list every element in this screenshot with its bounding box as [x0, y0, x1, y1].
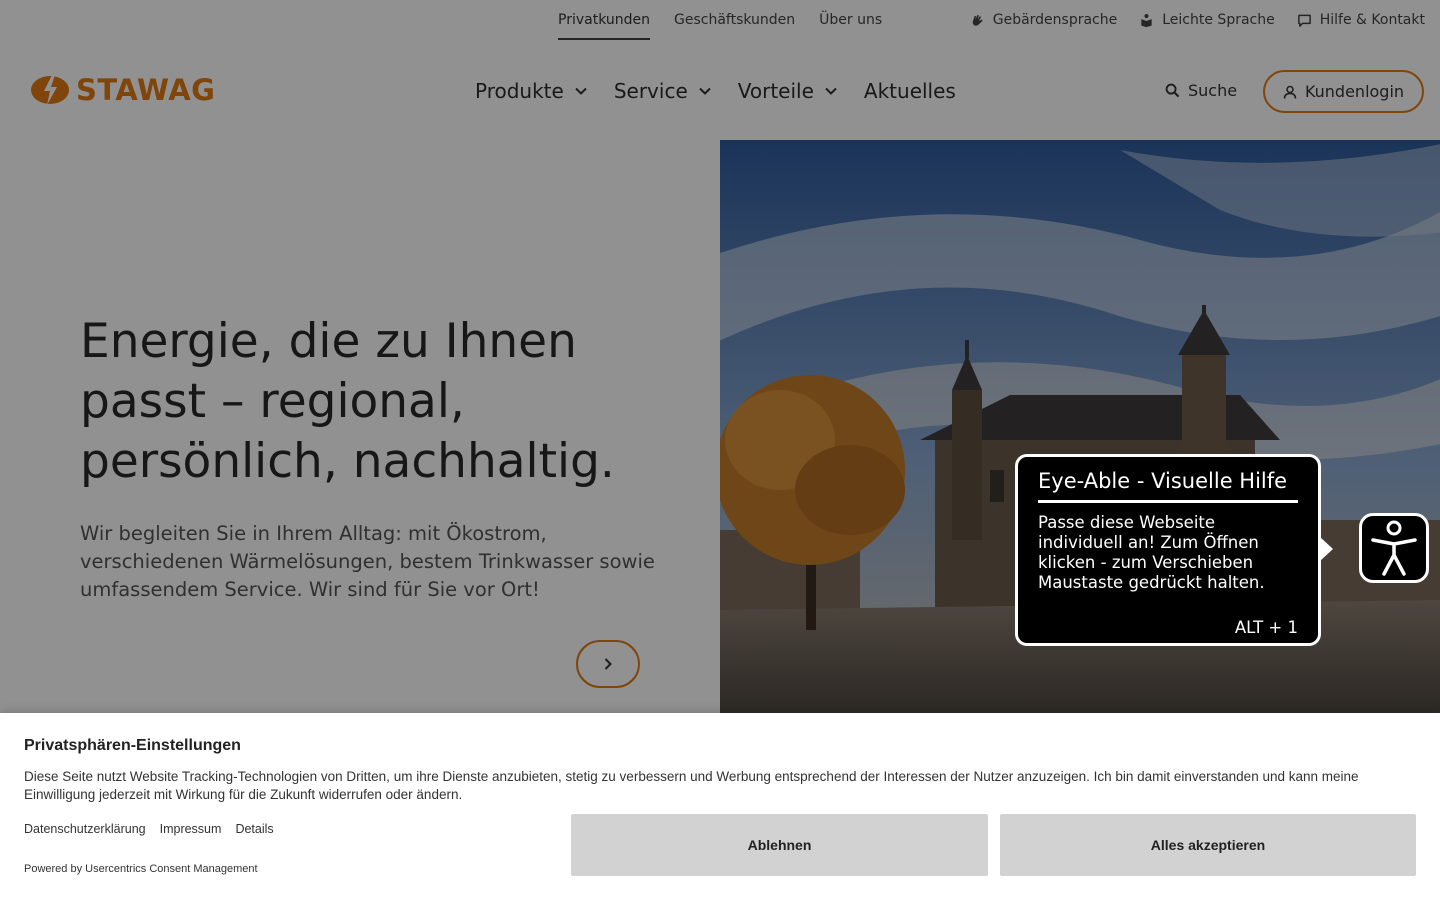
privacy-policy-link[interactable]: Datenschutzerklärung	[24, 822, 146, 836]
eye-able-tooltip: Eye-Able - Visuelle Hilfe Passe diese We…	[1015, 454, 1333, 646]
privacy-consent-banner: Privatsphären-Einstellungen Diese Seite …	[0, 713, 1440, 900]
consent-title: Privatsphären-Einstellungen	[24, 737, 241, 754]
accessibility-person-icon	[1371, 520, 1417, 576]
eye-able-body: Passe diese Webseite individuell an! Zum…	[1038, 513, 1265, 592]
imprint-link[interactable]: Impressum	[160, 822, 222, 836]
consent-links: Datenschutzerklärung Impressum Details	[24, 822, 274, 836]
consent-text: Diese Seite nutzt Website Tracking-Techn…	[24, 769, 1359, 802]
details-link[interactable]: Details	[235, 822, 273, 836]
eye-able-shortcut: ALT + 1	[1234, 618, 1298, 637]
eye-able-title: Eye-Able - Visuelle Hilfe	[1038, 469, 1298, 503]
accept-all-button[interactable]: Alles akzeptieren	[1000, 814, 1416, 876]
deny-button[interactable]: Ablehnen	[571, 814, 988, 876]
powered-by-usercentrics: Powered by Usercentrics Consent Manageme…	[24, 863, 258, 875]
eye-able-accessibility-button[interactable]	[1359, 513, 1429, 583]
